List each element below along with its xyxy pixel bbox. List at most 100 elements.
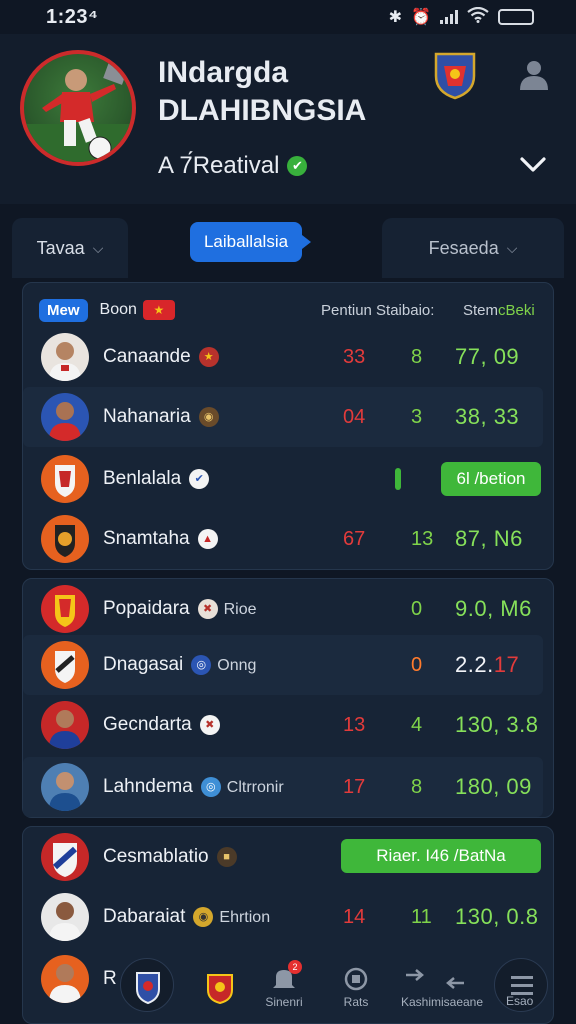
team-badge-icon: ★ [198, 346, 219, 367]
row-name: Popaidara ✖ Rioe [103, 598, 257, 619]
team-badge-icon: ◉ [193, 906, 214, 927]
team-badge-icon: ✖ [199, 714, 220, 735]
club-crest-icon[interactable] [434, 50, 476, 100]
signal-icon [440, 10, 458, 24]
row-name: Gecndarta ✖ [103, 714, 220, 736]
nav-label: Kashimisaeane [400, 995, 484, 1009]
row-name: Canaande ★ [103, 346, 219, 368]
table-row[interactable]: Dabaraiat ◉ Ehrtion 14 11 130, 0.8 [23, 887, 543, 947]
row-stat-1: 14 [343, 905, 366, 928]
alarm-icon: ⏰ [411, 9, 431, 26]
table-row[interactable]: Snamtaha ▲ 67 13 87, N6 [23, 509, 543, 569]
nav-club[interactable] [188, 958, 252, 1018]
status-bar: 1:23⁴ ✱ ⏰ [0, 0, 576, 34]
nav-label: Sinenri [265, 995, 303, 1009]
avatar [41, 641, 89, 689]
filter-right-label: Fesaeda [428, 237, 499, 258]
column-header-2: StemcBeki [463, 302, 535, 319]
row-stat-3: 180, 09 [455, 774, 532, 799]
table-row[interactable]: Benlalala ✔ 6l /betion [23, 449, 543, 509]
row-stat-3: 9.0, M6 [455, 596, 532, 621]
row-stat-1: 04 [343, 405, 366, 428]
chevron-down-icon[interactable] [518, 150, 548, 180]
row-name: Cesmablatio ■ [103, 846, 237, 868]
page-title: INdargda DLAHIBNGSIA [158, 54, 418, 130]
nav-label: Rats [343, 995, 369, 1009]
table-row[interactable]: Canaande ★ 33 8 77, 09 [23, 327, 543, 387]
row-stat-2: 3 [411, 405, 423, 428]
avatar [41, 893, 89, 941]
filter-right-dropdown[interactable]: Fesaeda ⌵ [382, 218, 564, 278]
team-badge-icon: ▲ [197, 528, 218, 549]
avatar [41, 701, 89, 749]
row-stat-2: 4 [411, 713, 423, 736]
row-name: Lahndema ◎ Cltrronir [103, 776, 284, 797]
filter-left-dropdown[interactable]: Tavaa ⌵ [12, 218, 128, 278]
row-name: Snamtaha ▲ [103, 528, 218, 550]
row-stat-2: 8 [411, 345, 423, 368]
filter-bar: Tavaa ⌵ Laiballalsia Fesaeda ⌵ [12, 218, 564, 278]
nav-label: Esao [506, 994, 534, 1008]
table-header: Mew Boon ★ Pentiun Staibaio: StemcBeki [39, 295, 537, 325]
team-badge-icon: ✔ [189, 468, 210, 489]
row-stat-2: 0 [411, 597, 423, 620]
profile-header: INdargda DLAHIBNGSIA A 7́Reatival ✔ [0, 34, 576, 204]
nav-stats[interactable]: Rats [324, 958, 388, 1018]
table-row[interactable]: Gecndarta ✖ 13 4 130, 3.8 [23, 695, 543, 755]
user-icon[interactable] [516, 56, 552, 92]
column-header-1: Pentiun Staibaio: [321, 301, 435, 319]
team-badge-icon: ◎ [191, 654, 212, 675]
avatar [41, 585, 89, 633]
row-stat-3: 2.2.17 [455, 652, 520, 677]
verified-icon: ✔ [287, 156, 308, 176]
table-row[interactable]: Lahndema ◎ Cltrronir 17 8 180, 09 [23, 757, 543, 817]
row-stat-1: 13 [343, 713, 366, 736]
row-stat-3: 87, N6 [455, 526, 523, 551]
nav-notifications[interactable]: 2 Sinenri [252, 958, 316, 1018]
filter-middle-label: Laiballalsia [203, 232, 289, 251]
player-avatar[interactable] [20, 50, 136, 166]
avatar [41, 393, 89, 441]
subtitle-text: A 7́Reatival [158, 152, 280, 179]
team-badge-icon: ✖ [197, 598, 218, 619]
bottom-navigation: 2 Sinenri Rats Kashimisaeane Esao [0, 958, 576, 1024]
new-badge[interactable]: Mew [39, 298, 88, 322]
subtitle: A 7́Reatival ✔ [158, 152, 308, 180]
nav-home[interactable] [120, 958, 174, 1012]
table-row[interactable]: Cesmablatio ■ Riaer. I46 /BatNa [23, 827, 543, 887]
avatar [41, 333, 89, 381]
notification-badge: 2 [288, 960, 302, 974]
avatar [41, 515, 89, 563]
row-stat-3: 130, 3.8 [455, 712, 539, 737]
bluetooth-icon: ✱ [388, 9, 403, 26]
avatar [41, 763, 89, 811]
row-name: Nahanaria ◉ [103, 406, 219, 428]
row-stat-2: 13 [411, 527, 434, 550]
action-button[interactable]: 6l /betion [441, 462, 541, 496]
avatar [41, 455, 89, 503]
stats-icon [344, 967, 368, 991]
row-stat-1: 33 [343, 345, 366, 368]
row-stat-1: 67 [343, 527, 366, 550]
team-badge-icon: ◉ [198, 406, 219, 427]
standings-card-2: Popaidara ✖ Rioe 0 9.0, M6 Dnagasai ◎ Onng 0… [22, 578, 554, 818]
avatar [41, 833, 89, 881]
column-header-2b: cBeki [498, 301, 535, 319]
table-row[interactable]: Popaidara ✖ Rioe 0 9.0, M6 [23, 579, 543, 639]
status-icons: ✱ ⏰ [388, 6, 534, 28]
table-row[interactable]: Nahanaria ◉ 04 3 38, 33 [23, 387, 543, 447]
shield-icon [136, 972, 160, 1005]
filter-left-label: Tavaa [36, 237, 85, 258]
chevron-down-icon: ⌵ [92, 239, 104, 256]
team-badge-icon: ■ [216, 846, 237, 867]
nav-transfers[interactable]: Kashimisaeane [401, 958, 483, 1018]
status-time: 1:23⁴ [46, 5, 99, 28]
action-button[interactable]: Riaer. I46 /BatNa [341, 839, 541, 873]
row-stat-3: 38, 33 [455, 404, 520, 429]
flag-icon: ★ [142, 300, 175, 320]
table-title: Boon [99, 301, 137, 318]
row-stat-2: 8 [411, 775, 423, 798]
table-row[interactable]: Dnagasai ◎ Onng 0 2.2.17 [23, 635, 543, 695]
filter-active-tab[interactable]: Laiballalsia [190, 222, 311, 262]
title-line-1: INdargda [158, 56, 289, 89]
